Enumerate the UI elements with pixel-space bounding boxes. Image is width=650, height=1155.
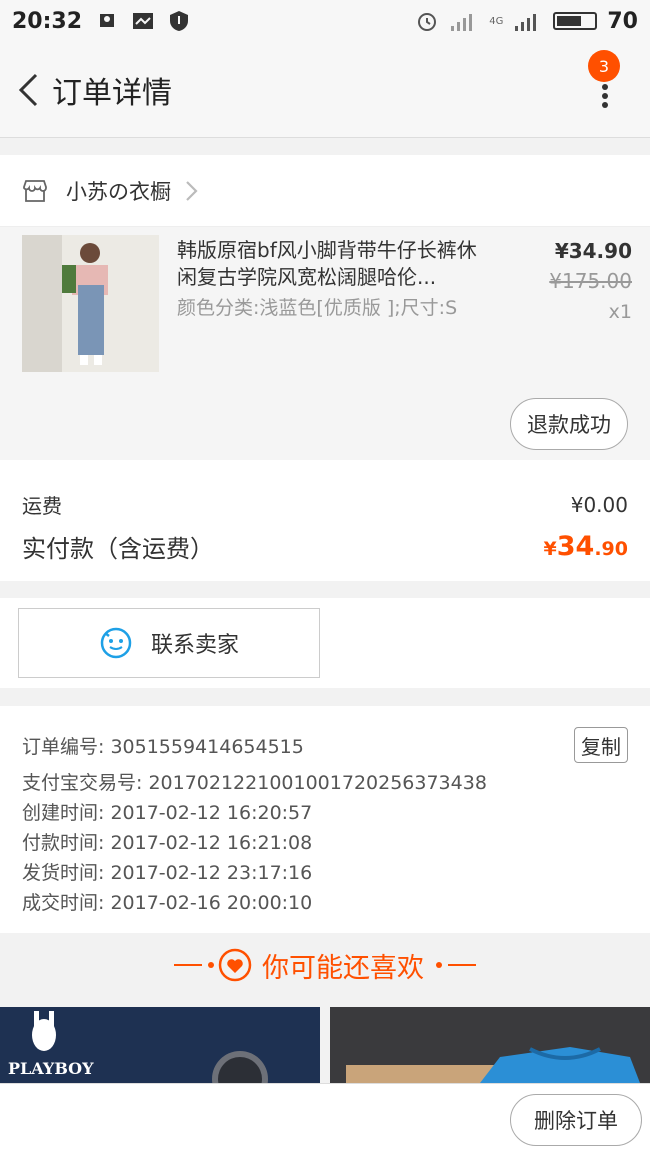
- refund-status-button[interactable]: 退款成功: [510, 398, 628, 450]
- signal-4g-icon: [515, 14, 537, 31]
- product-image: [22, 235, 159, 372]
- paid-label: 实付款（含运费）: [22, 535, 214, 563]
- order-info-section: 订单编号: 3051559414654515 复制 支付宝交易号: 201702…: [0, 706, 650, 933]
- paid-integer: 34: [556, 531, 595, 562]
- product-spec: 颜色分类:浅蓝色[优质版 ];尺寸:S: [177, 297, 458, 319]
- recommend-title: 你可能还喜欢: [262, 952, 424, 984]
- contact-seller-label: 联系卖家: [150, 633, 239, 658]
- product-thumbnail[interactable]: [22, 235, 159, 372]
- product-original-price: ¥175.00: [549, 269, 632, 293]
- product-quantity: x1: [608, 301, 632, 323]
- back-button[interactable]: [8, 70, 48, 110]
- paid-time: 付款时间: 2017-02-12 16:21:08: [22, 832, 313, 854]
- divider-dot: [436, 962, 442, 968]
- chevron-left-icon: [18, 73, 38, 106]
- recommend-item-2[interactable]: [330, 1007, 650, 1083]
- chevron-right-icon: [186, 180, 198, 201]
- product-price: ¥34.90: [554, 239, 632, 263]
- delete-order-button[interactable]: 删除订单: [510, 1094, 642, 1146]
- order-number: 订单编号: 3051559414654515: [22, 736, 304, 758]
- shipping-value: ¥0.00: [570, 492, 628, 517]
- notification-badge: 3: [588, 50, 620, 82]
- more-menu-button[interactable]: 3: [588, 50, 628, 120]
- brand-label: PLAYBOY: [8, 1059, 94, 1078]
- product-item[interactable]: 韩版原宿bf风小脚背带牛仔长裤休闲复古学院风宽松阔腿哈伦... 颜色分类:浅蓝色…: [0, 227, 650, 460]
- store-icon: [23, 179, 47, 202]
- chat-bubble-icon: [100, 627, 132, 659]
- message-icon: [133, 13, 154, 29]
- heart-icon: [218, 948, 252, 982]
- contact-seller-button[interactable]: 联系卖家: [18, 608, 320, 678]
- alipay-trade-number: 支付宝交易号: 2017021221001001720256373438: [22, 772, 487, 794]
- divider-dot: [208, 962, 214, 968]
- completed-time: 成交时间: 2017-02-16 20:00:10: [22, 892, 313, 914]
- battery-level: 70: [607, 8, 638, 34]
- fees-section: 运费 ¥0.00 实付款（含运费） ¥34.90: [0, 460, 650, 581]
- copy-button[interactable]: 复制: [574, 727, 628, 763]
- shipped-time: 发货时间: 2017-02-12 23:17:16: [22, 862, 313, 884]
- shop-name: 小苏の衣橱: [66, 179, 171, 204]
- status-time: 20:32: [12, 8, 83, 34]
- paid-amount: ¥34.90: [544, 531, 628, 562]
- created-time: 创建时间: 2017-02-12 16:20:57: [22, 802, 313, 824]
- paid-currency: ¥: [543, 538, 557, 560]
- bottom-bar: 删除订单: [0, 1083, 650, 1155]
- shop-row[interactable]: 小苏の衣橱: [0, 155, 650, 227]
- divider-right: [448, 964, 476, 966]
- shield-icon: [170, 11, 189, 31]
- product-name[interactable]: 韩版原宿bf风小脚背带牛仔长裤休闲复古学院风宽松阔腿哈伦...: [177, 237, 487, 291]
- notification-bell-icon: [100, 14, 115, 27]
- more-dots-icon: [602, 84, 608, 108]
- paid-row: 实付款（含运费） ¥34.90: [22, 529, 628, 564]
- recommend-header: 你可能还喜欢: [0, 934, 650, 996]
- nav-bar: 订单详情 3: [0, 42, 650, 138]
- recommend-item-1[interactable]: PLAYBOY: [0, 1007, 320, 1083]
- alarm-icon: [418, 13, 437, 31]
- network-type-label: 4G: [489, 15, 504, 27]
- battery-icon: [553, 12, 598, 30]
- divider-left: [174, 964, 202, 966]
- paid-decimal: .90: [594, 538, 628, 560]
- shipping-label: 运费: [22, 494, 62, 518]
- page-title: 订单详情: [52, 75, 172, 111]
- signal-icon: [451, 14, 473, 31]
- contact-section: 联系卖家: [0, 598, 650, 688]
- shipping-row: 运费 ¥0.00: [22, 490, 628, 519]
- recommend-image-2: [330, 1007, 650, 1083]
- status-bar: 20:32 4G 70: [0, 0, 650, 42]
